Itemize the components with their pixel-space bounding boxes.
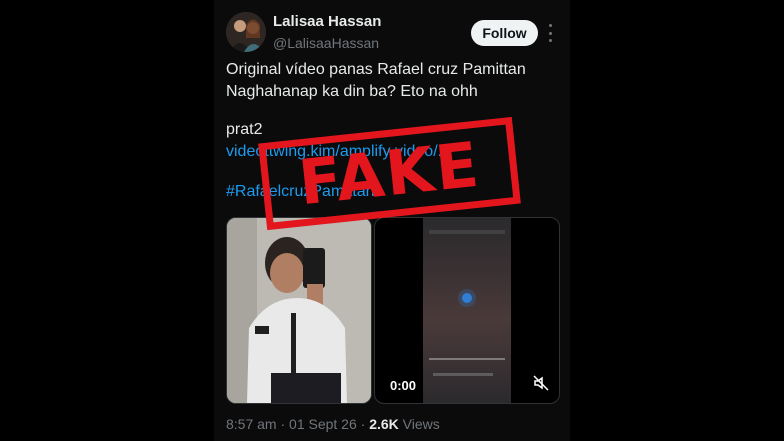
post-meta: 8:57 am · 01 Sept 26 · 2.6K Views <box>226 416 440 432</box>
post-text-line-1: Original vídeo panas Rafael cruz Pamitta… <box>226 61 526 78</box>
post-text-line-2: Naghahanap ka din ba? Eto na ohh <box>226 83 478 100</box>
post-timestamp[interactable]: 8:57 am · 01 Sept 26 · <box>226 416 369 432</box>
post-image[interactable] <box>226 217 372 404</box>
mute-icon[interactable] <box>533 375 549 391</box>
post-text-line-3: prat2 <box>226 121 263 138</box>
more-vertical-icon[interactable] <box>547 24 553 42</box>
author-handle[interactable]: @LalisaaHassan <box>273 35 379 51</box>
fake-stamp-label: FAKE <box>295 127 484 219</box>
avatar[interactable] <box>226 12 266 52</box>
video-frame <box>423 218 511 403</box>
post-video[interactable]: 0:00 <box>374 217 560 404</box>
author-name[interactable]: Lalisaa Hassan <box>273 13 381 30</box>
video-duration: 0:00 <box>390 378 417 393</box>
follow-button[interactable]: Follow <box>471 20 538 46</box>
views-count: 2.6K <box>369 416 399 432</box>
views-label: Views <box>398 416 440 432</box>
